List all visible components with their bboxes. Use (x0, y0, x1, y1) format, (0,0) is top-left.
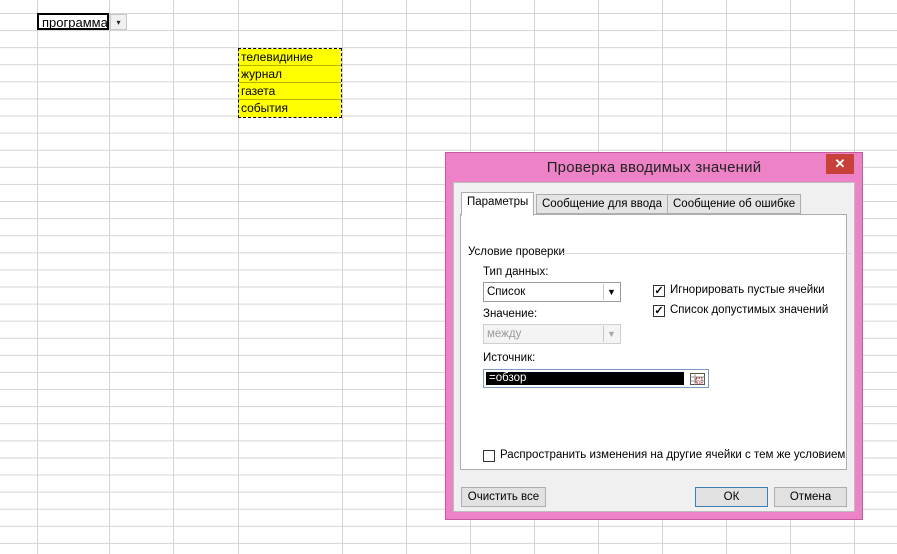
ignore-blank-label[interactable]: Игнорировать пустые ячейки (670, 284, 825, 296)
cancel-button[interactable]: Отмена (774, 487, 847, 507)
apply-all-label[interactable]: Распространить изменения на другие ячейк… (500, 449, 845, 461)
cell-dropdown-button[interactable]: ▾ (110, 14, 127, 30)
list-item[interactable]: газета (239, 83, 341, 100)
chevron-down-icon: ▼ (603, 326, 619, 342)
data-validation-dialog: Проверка вводимых значений ✕ Параметры С… (445, 152, 863, 520)
tab-error-alert[interactable]: Сообщение об ошибке (667, 194, 802, 214)
column-divider (109, 0, 110, 554)
in-cell-dropdown-label[interactable]: Список допустимых значений (670, 304, 828, 316)
list-item[interactable]: телевидиние (239, 49, 341, 66)
clear-all-button[interactable]: Очистить все (461, 487, 546, 507)
data-type-label: Тип данных: (483, 266, 549, 278)
value-value: между (487, 328, 522, 340)
column-divider (342, 0, 343, 554)
value-select[interactable]: между ▼ (483, 324, 621, 344)
data-type-value: Список (487, 286, 526, 298)
active-cell[interactable]: программа (37, 13, 109, 30)
column-divider (173, 0, 174, 554)
group-title: Условие проверки (468, 246, 565, 258)
dialog-body: Параметры Сообщение для ввода Сообщение … (453, 182, 855, 512)
source-list-range[interactable]: телевидиние журнал газета события (238, 48, 342, 118)
source-input[interactable]: =обзор (483, 369, 709, 388)
ok-button[interactable]: ОК (695, 487, 768, 507)
tab-input-message[interactable]: Сообщение для ввода (536, 194, 668, 214)
column-divider (406, 0, 407, 554)
source-value: =обзор (486, 372, 684, 385)
settings-panel: Условие проверки Тип данных: Список ▼ Зн… (460, 214, 851, 470)
data-type-select[interactable]: Список ▼ (483, 282, 621, 302)
close-button[interactable]: ✕ (826, 154, 854, 174)
chevron-down-icon: ▼ (603, 284, 619, 300)
tab-settings[interactable]: Параметры (461, 192, 535, 216)
source-label: Источник: (483, 352, 536, 364)
dropdown-arrow-icon: ▾ (116, 17, 121, 27)
column-divider (37, 0, 38, 554)
collapse-dialog-button[interactable] (688, 371, 707, 386)
in-cell-dropdown-checkbox[interactable]: ✓ (653, 305, 665, 317)
apply-all-checkbox[interactable] (483, 450, 495, 462)
close-icon: ✕ (834, 156, 846, 171)
range-select-icon (690, 372, 705, 385)
dialog-title[interactable]: Проверка вводимых значений (446, 159, 862, 176)
list-item[interactable]: события (239, 100, 341, 117)
group-divider (563, 253, 851, 254)
value-label: Значение: (483, 308, 538, 320)
ignore-blank-checkbox[interactable]: ✓ (653, 285, 665, 297)
list-item[interactable]: журнал (239, 66, 341, 83)
